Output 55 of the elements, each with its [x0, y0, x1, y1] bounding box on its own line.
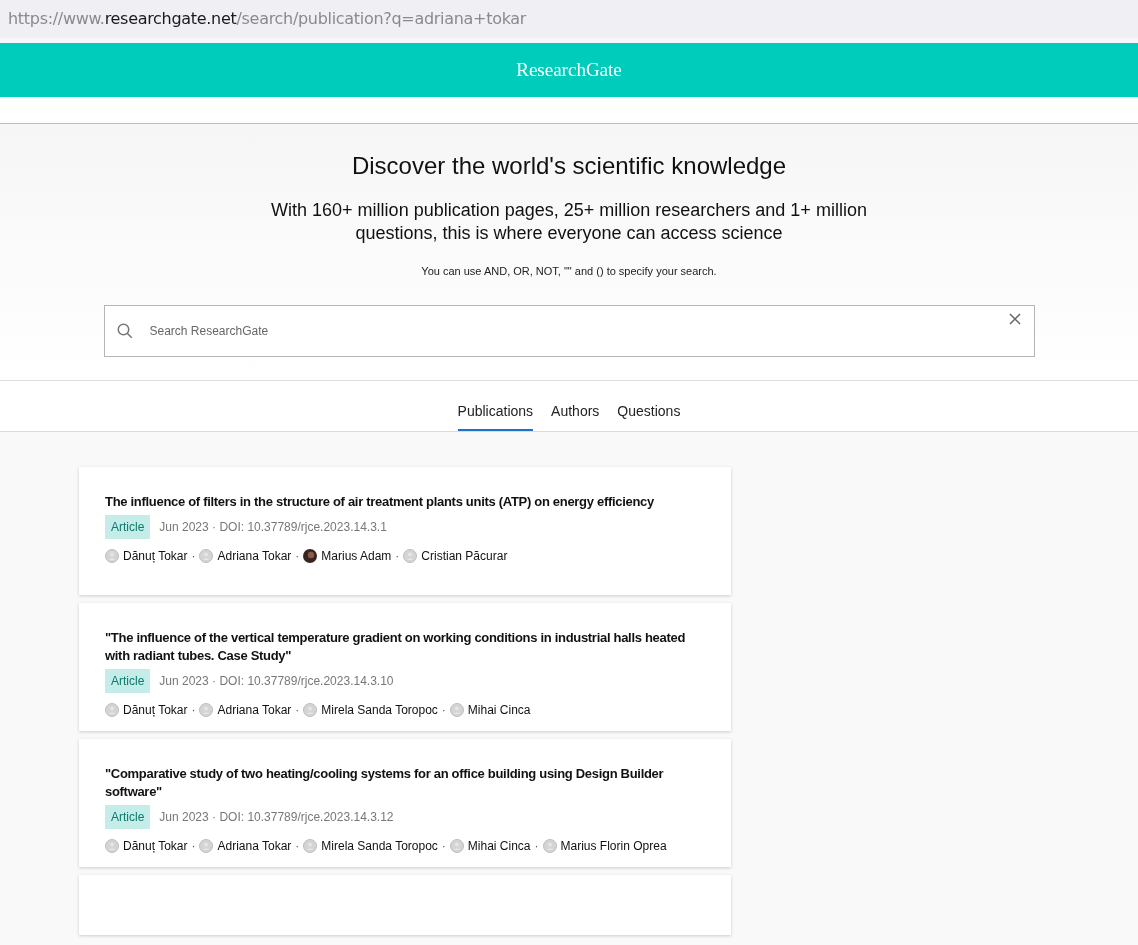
type-badge: Article — [105, 515, 151, 539]
author-link[interactable]: Marius Adam — [321, 547, 392, 565]
url-text[interactable]: https://www.researchgate.net/search/publication?q=adriana+tokar — [8, 7, 527, 31]
separator: · — [295, 838, 300, 855]
author-link[interactable]: Dănuț Tokar — [123, 547, 188, 565]
avatar-icon — [105, 549, 119, 563]
separator: · — [295, 548, 300, 565]
author-link[interactable]: Mihai Cinca — [467, 701, 531, 719]
author-link[interactable]: Adriana Tokar — [217, 547, 292, 565]
author-link[interactable]: Cristian Păcurar — [421, 547, 508, 565]
author-link[interactable]: Mihai Cinca — [467, 837, 531, 855]
type-badge: Article — [105, 669, 151, 693]
close-icon[interactable] — [1008, 312, 1021, 325]
author-link[interactable]: Dănuț Tokar — [123, 701, 188, 719]
author-link[interactable]: Adriana Tokar — [217, 701, 292, 719]
result-meta: Jun 2023 · DOI: 10.37789/rjce.2023.14.3.12 — [159, 809, 394, 826]
search-icon — [115, 321, 134, 340]
avatar-icon — [199, 703, 214, 717]
hero-title: Discover the world's scientific knowledge — [351, 151, 787, 181]
separator: · — [191, 548, 196, 565]
avatar-icon — [542, 839, 557, 853]
author-photo — [303, 549, 318, 563]
avatar-icon — [199, 839, 214, 853]
avatar-icon — [105, 839, 119, 853]
separator: · — [441, 702, 446, 719]
separator: · — [191, 702, 196, 719]
author-link[interactable]: Mirela Sanda Toropoc — [321, 701, 438, 719]
separator: · — [191, 838, 196, 855]
result-title[interactable]: "The influence of the vertical temperature gradient on working conditions in industrial halls heated with radiant tubes. Case Study" — [105, 629, 705, 665]
author-link[interactable]: Dănuț Tokar — [123, 837, 188, 855]
result-title[interactable]: The influence of filters in the structure of air treatment plants units (ATP) on energy efficiency — [105, 493, 705, 511]
avatar-icon — [449, 703, 464, 717]
author-link[interactable]: Adriana Tokar — [217, 837, 292, 855]
author-link[interactable]: Mirela Sanda Toropoc — [321, 837, 438, 855]
author-link[interactable]: Marius Florin Oprea — [560, 837, 667, 855]
result-meta: Jun 2023 · DOI: 10.37789/rjce.2023.14.3.10 — [159, 673, 394, 690]
tab[interactable]: Questions — [617, 394, 681, 431]
separator: · — [395, 548, 400, 565]
avatar-icon — [303, 839, 318, 853]
avatar-icon — [105, 703, 119, 717]
result-title[interactable]: "Comparative study of two heating/cooling systems for an office building using Design Builder software" — [105, 765, 705, 801]
avatar-icon — [199, 549, 214, 563]
type-badge: Article — [105, 805, 151, 829]
avatar-icon — [303, 703, 318, 717]
tab[interactable]: Publications — [457, 394, 534, 431]
hero-subtitle: With 160+ million publication pages, 25+ million researchers and 1+ million questions, this is where everyone can access science — [270, 199, 868, 245]
separator: · — [534, 838, 539, 855]
separator: · — [441, 838, 446, 855]
result-meta: Jun 2023 · DOI: 10.37789/rjce.2023.14.3.1 — [159, 519, 387, 536]
separator: · — [295, 702, 300, 719]
avatar-icon — [449, 839, 464, 853]
search-field[interactable]: Search ResearchGate — [103, 304, 1035, 357]
tab[interactable]: Authors — [551, 394, 600, 431]
avatar-icon — [403, 549, 418, 563]
search-hint: You can use AND, OR, NOT, "" and () to specify your search. — [421, 264, 717, 279]
